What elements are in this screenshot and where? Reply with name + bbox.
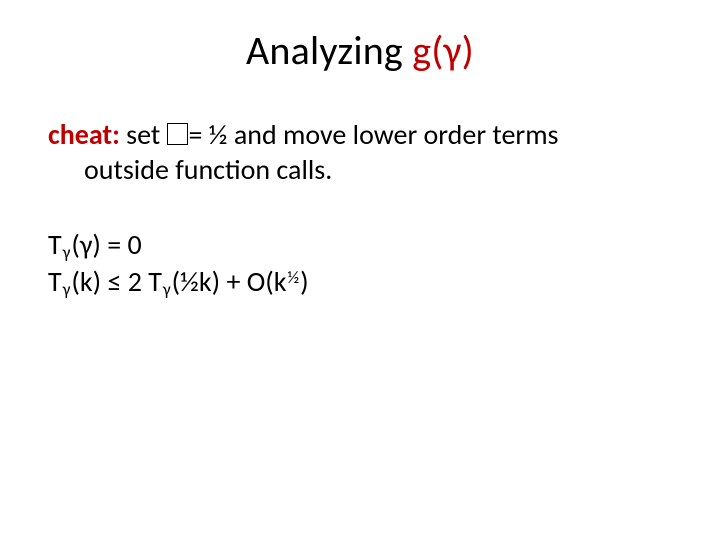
cheat-line2: outside function calls. <box>84 152 672 187</box>
eq2-sub-gamma-1: γ <box>62 278 72 300</box>
missing-glyph-icon <box>167 123 189 145</box>
eq2-sub-gamma-2: γ <box>162 278 172 300</box>
title-accent: g(γ) <box>412 26 474 75</box>
eq1-sub-gamma: γ <box>62 241 72 263</box>
eq2-mid2: (½k) + O(k <box>172 264 287 299</box>
eq2-mid1: (k) ≤ 2 T <box>71 264 161 299</box>
equations: Tγ(γ) = 0 Tγ(k) ≤ 2 Tγ(½k) + O(k½) <box>48 227 672 300</box>
eq1-rest: (γ) = 0 <box>71 227 141 262</box>
eq1-T: T <box>48 227 62 262</box>
eq2-tail: ) <box>300 264 309 299</box>
cheat-label: cheat: <box>48 117 120 152</box>
equation-row-1: Tγ(γ) = 0 <box>48 227 672 264</box>
slide-body: cheat: set = ½ and move lower order term… <box>48 117 672 300</box>
cheat-set-word: set <box>120 117 167 152</box>
eq2-sup-half: ½ <box>287 266 301 288</box>
slide: Analyzing g(γ) cheat: set = ½ and move l… <box>0 0 720 540</box>
eq2-T1: T <box>48 264 62 299</box>
title-main: Analyzing <box>246 26 412 75</box>
cheat-paragraph: cheat: set = ½ and move lower order term… <box>48 117 672 187</box>
equation-row-2: Tγ(k) ≤ 2 Tγ(½k) + O(k½) <box>48 264 672 301</box>
cheat-line1-rest: = ½ and move lower order terms <box>188 117 558 152</box>
slide-title: Analyzing g(γ) <box>48 26 672 75</box>
